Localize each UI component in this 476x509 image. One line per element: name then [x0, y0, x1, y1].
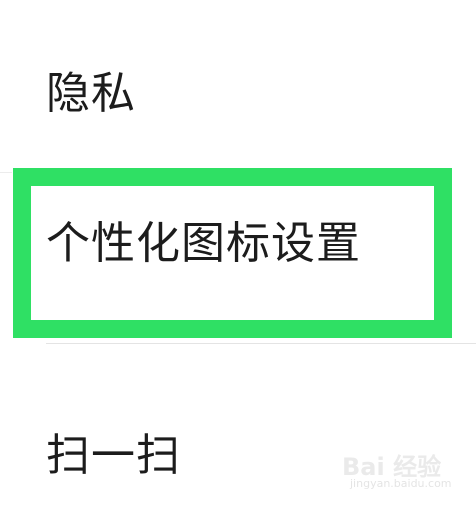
divider	[0, 172, 12, 173]
menu-item-privacy[interactable]: 隐私	[0, 62, 476, 126]
menu-item-label: 个性化图标设置	[46, 218, 361, 269]
menu-item-label: 扫一扫	[46, 430, 181, 481]
menu-item-personalized-icon-settings[interactable]: 个性化图标设置	[0, 210, 476, 278]
watermark-url: jingyan.baidu.com	[350, 477, 452, 490]
menu-item-label: 隐私	[46, 68, 136, 119]
baidu-jingyan-watermark: Bai 经验 jingyan.baidu.com	[342, 447, 462, 493]
settings-page: 隐私 个性化图标设置 扫一扫 Bai 经验 jingyan.baidu.com	[0, 0, 476, 509]
divider	[46, 343, 476, 344]
